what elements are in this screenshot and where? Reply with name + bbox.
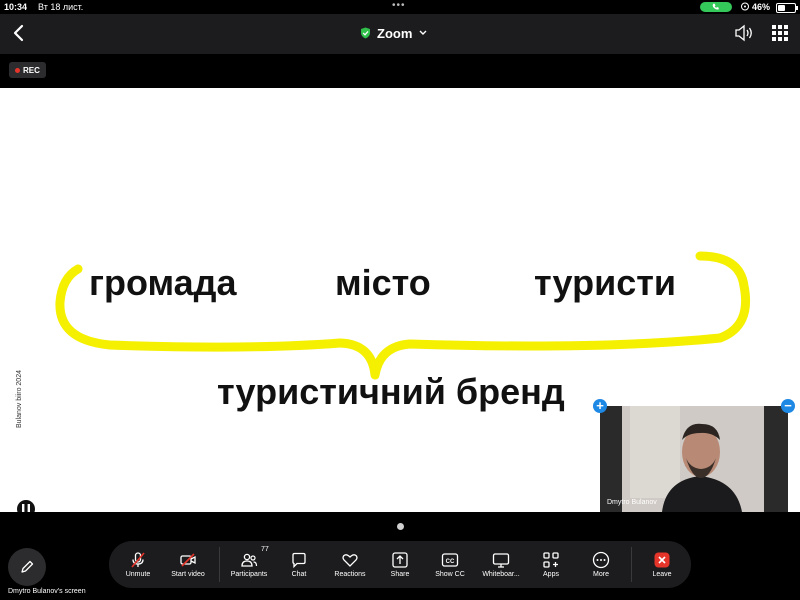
cc-icon: CC [441, 553, 459, 567]
reactions-button[interactable]: Reactions [324, 541, 376, 588]
annotate-button[interactable] [8, 548, 46, 586]
share-label: Share [390, 571, 410, 578]
apps-icon [543, 552, 559, 568]
slide-logo-icon [17, 500, 35, 512]
meeting-title-button[interactable]: Zoom [360, 23, 428, 43]
show-cc-label: Show CC [435, 571, 465, 578]
slide-footer: Bulanov biiro 2024 [16, 370, 23, 428]
minus-icon[interactable]: − [781, 399, 795, 413]
slide-word-misto: місто [335, 262, 431, 303]
participant-video-tile[interactable]: Dmytro Bulanov [600, 406, 788, 512]
meeting-toolbar: Unmute Start video Participants 77 Chat … [109, 541, 691, 588]
slide-word-turysty: туристи [534, 262, 676, 303]
whiteboard-label: Whiteboar... [482, 571, 520, 578]
share-icon [392, 552, 408, 568]
multitasking-dots-icon[interactable]: ••• [392, 0, 406, 11]
start-video-button[interactable]: Start video [163, 541, 213, 588]
back-chevron-icon[interactable] [8, 22, 30, 44]
chevron-down-icon [419, 30, 427, 35]
meeting-header: Zoom [0, 14, 800, 54]
screen-owner-label: Dmytro Bulanov's screen [8, 588, 86, 595]
whiteboard-icon [492, 553, 510, 568]
unmute-label: Unmute [125, 571, 151, 578]
recording-label: REC [23, 65, 40, 75]
unmute-button[interactable]: Unmute [113, 541, 163, 588]
reactions-label: Reactions [334, 571, 366, 578]
leave-button[interactable]: Leave [639, 541, 685, 588]
slide-conclusion: туристичний бренд [217, 371, 565, 412]
mic-off-icon [131, 552, 145, 568]
svg-text:CC: CC [446, 559, 455, 565]
page-indicator-dot[interactable] [397, 523, 404, 530]
show-cc-button[interactable]: CC Show CC [427, 541, 473, 588]
orientation-lock-icon [740, 2, 750, 13]
participant-video-image [600, 406, 788, 512]
slide-word-hromada: громада [89, 262, 237, 303]
more-button[interactable]: More [579, 541, 623, 588]
meeting-title: Zoom [377, 25, 413, 41]
chat-icon [292, 552, 306, 569]
participant-count: 77 [261, 546, 269, 553]
status-time: 10:34 [4, 2, 28, 12]
shield-check-icon [361, 27, 370, 39]
recording-badge[interactable]: REC [9, 62, 46, 78]
call-indicator-icon[interactable] [700, 2, 732, 12]
more-label: More [593, 571, 609, 578]
status-date: Вт 18 лист. [38, 2, 84, 12]
speaker-icon[interactable] [734, 24, 754, 42]
heart-icon [342, 554, 358, 567]
chat-button[interactable]: Chat [276, 541, 322, 588]
plus-icon[interactable]: + [593, 399, 607, 413]
chat-label: Chat [291, 571, 307, 578]
battery-percent: 46% [752, 2, 771, 12]
apps-button[interactable]: Apps [529, 541, 573, 588]
share-button[interactable]: Share [377, 541, 423, 588]
leave-label: Leave [652, 571, 672, 578]
battery-icon [776, 3, 798, 13]
more-icon [592, 551, 610, 569]
toolbar-divider [219, 547, 220, 582]
leave-icon [654, 552, 670, 568]
grid-icon[interactable] [772, 25, 788, 41]
participant-name: Dmytro Bulanov [607, 499, 657, 506]
participants-icon [241, 553, 258, 567]
pencil-icon [21, 560, 34, 573]
toolbar-divider [631, 547, 632, 582]
recording-dot-icon [15, 67, 20, 73]
status-bar: 10:34 Вт 18 лист. ••• 46% [0, 0, 800, 14]
participants-label: Participants [230, 571, 268, 578]
start-video-label: Start video [171, 571, 205, 578]
video-off-icon [180, 553, 196, 567]
whiteboard-button[interactable]: Whiteboar... [475, 541, 527, 588]
apps-label: Apps [543, 571, 559, 578]
